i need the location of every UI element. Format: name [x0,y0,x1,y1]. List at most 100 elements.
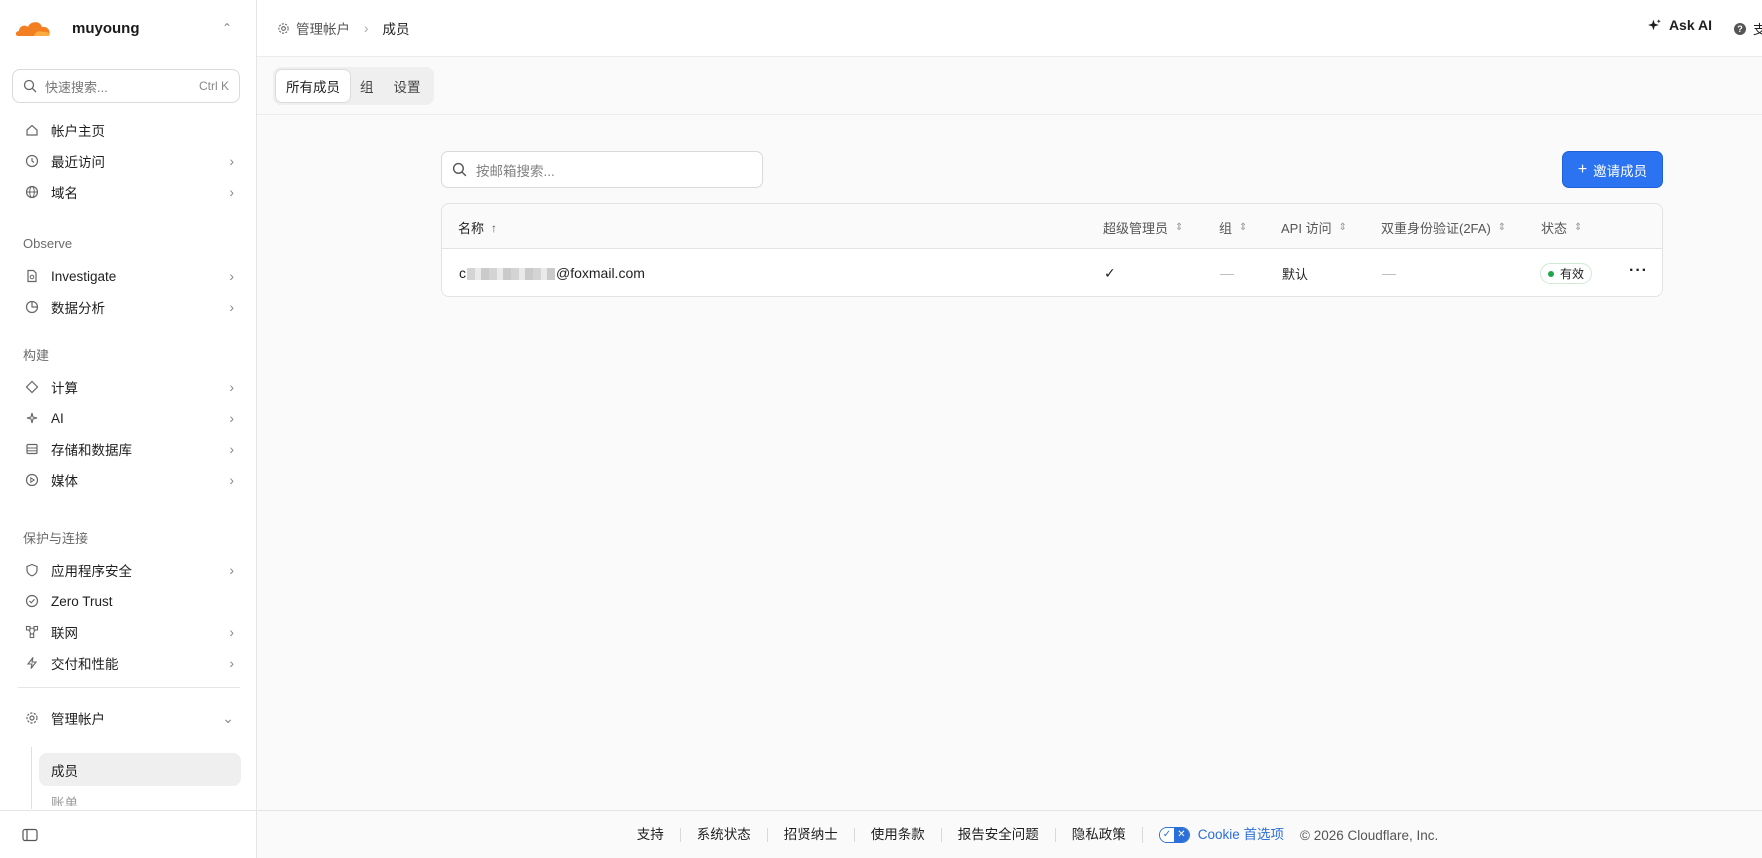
cookie-label: Cookie 首选项 [1197,827,1284,842]
chevron-right-icon: › [229,441,234,457]
plus-icon: + [1577,160,1588,178]
footer-link-support[interactable]: 支持 [621,828,680,842]
sort-icon: ⇕ [1239,222,1248,233]
email-search-placeholder: 按邮箱搜索... [476,163,555,179]
sidebar-item-label: 联网 [51,626,78,641]
footer-link-terms[interactable]: 使用条款 [853,828,941,842]
play-circle-icon [24,472,40,488]
document-search-icon [24,268,40,284]
column-header-label: API 访问 [1281,221,1332,236]
sidebar-item-label: Zero Trust [51,593,113,609]
footer-link-system-status[interactable]: 系统状态 [679,828,767,842]
column-header-label: 双重身份验证(2FA) [1381,221,1491,236]
sidebar-item-label: AI [51,410,64,426]
breadcrumb-current: 成员 [382,22,410,37]
sidebar-item-account-home[interactable]: 帐户主页 [18,115,240,145]
two-fa-value: — [1382,265,1396,281]
footer-link-report-security[interactable]: 报告安全问题 [940,828,1055,842]
sidebar-item-recent[interactable]: 最近访问 › [18,146,240,176]
footer-link-privacy[interactable]: 隐私政策 [1054,828,1142,842]
footer: 支持 系统状态 招贤纳士 使用条款 报告安全问题 隐私政策 ✓ ✕ Cookie … [257,810,1762,858]
status-label: 有效 [1560,267,1585,281]
footer-links: 支持 系统状态 招贤纳士 使用条款 报告安全问题 隐私政策 ✓ ✕ Cookie … [257,827,1762,843]
sidebar-item-label: 媒体 [51,474,78,489]
section-label-build: 构建 [23,348,50,363]
chevron-right-icon: › [229,624,234,640]
sidebar-item-analytics[interactable]: 数据分析 › [18,292,240,322]
support-button[interactable]: ? 支 [1733,19,1762,38]
sidebar-item-ai[interactable]: AI › [18,403,240,433]
chevron-right-icon: › [229,562,234,578]
column-header-super-admin[interactable]: 超级管理员 ⇕ [1103,218,1183,237]
column-header-label: 组 [1219,221,1233,236]
support-label: 支 [1752,22,1762,37]
sidebar-item-manage-account[interactable]: 管理帐户 ⌄ [18,703,240,733]
table-row[interactable]: c @foxmail.com ✓ — 默认 — 有效 ··· [441,248,1663,297]
redacted-email-part [467,268,555,281]
sidebar-subitem-billing[interactable]: 账单 [39,784,241,806]
sidebar-item-compute[interactable]: 计算 › [18,372,240,402]
status-dot-icon [1548,270,1554,277]
email-prefix: c [459,265,466,281]
sidebar-item-label: 域名 [51,186,78,201]
tab-groups[interactable]: 组 [350,70,384,102]
breadcrumb-parent[interactable]: 管理帐户 [296,18,350,38]
sidebar-toggle-icon[interactable] [22,828,38,842]
member-email: c @foxmail.com [459,265,645,281]
ask-ai-button[interactable]: Ask AI [1647,17,1712,33]
sidebar-item-app-security[interactable]: 应用程序安全 › [18,555,240,585]
sidebar-item-label: 存储和数据库 [51,443,132,458]
email-suffix: @foxmail.com [556,265,645,281]
chevron-right-icon: › [229,184,234,200]
sidebar-item-storage[interactable]: 存储和数据库 › [18,434,240,464]
sidebar-item-label: 最近访问 [51,155,105,170]
column-header-label: 超级管理员 [1103,221,1169,236]
section-label-observe: Observe [23,236,73,251]
chevron-right-icon: › [229,153,234,169]
sort-ascending-icon: ↑ [491,220,498,235]
sidebar-item-networking[interactable]: 联网 › [18,617,240,647]
more-actions-icon[interactable]: ··· [1629,262,1648,280]
chevron-up-down-icon: ⌃ [221,21,232,35]
email-search-input[interactable]: 按邮箱搜索... [441,151,763,188]
tab-bar: 所有成员 组 设置 [257,57,1762,115]
column-header-name[interactable]: 名称 ↑ [458,218,497,237]
lightning-icon [24,655,40,671]
sort-icon: ⇕ [1574,222,1583,233]
chevron-right-icon: › [229,655,234,671]
breadcrumb-separator-icon: › [364,20,369,36]
sidebar-item-media[interactable]: 媒体 › [18,465,240,495]
super-admin-check-icon: ✓ [1104,265,1116,281]
column-header-label: 状态 [1541,221,1568,236]
network-icon [24,624,40,640]
sparkle-icon [24,410,40,426]
column-header-api-access[interactable]: API 访问 ⇕ [1281,218,1347,237]
sidebar-subitem-members[interactable]: 成员 [39,753,241,786]
tab-all-members[interactable]: 所有成员 [276,70,350,102]
column-header-status[interactable]: 状态 ⇕ [1541,218,1582,237]
account-switcher[interactable]: muyoung ⌃ [0,0,256,56]
cookie-toggle-icon: ✓ ✕ [1158,827,1190,843]
search-icon [452,162,467,177]
groups-value: — [1220,265,1234,281]
footer-link-cookie-preferences[interactable]: ✓ ✕ Cookie 首选项 [1141,827,1300,843]
sidebar-item-investigate[interactable]: Investigate › [18,261,240,291]
code-diamond-icon [24,379,40,395]
sidebar-item-label: 数据分析 [51,301,105,316]
sidebar-item-delivery[interactable]: 交付和性能 › [18,648,240,678]
sidebar-item-label: 交付和性能 [51,657,119,672]
ask-ai-label: Ask AI [1668,17,1712,33]
database-icon [24,441,40,457]
footer-link-careers[interactable]: 招贤纳士 [766,828,854,842]
tab-settings[interactable]: 设置 [384,70,431,102]
sidebar-item-zero-trust[interactable]: Zero Trust [18,586,240,616]
column-header-label: 名称 [458,221,485,236]
column-header-2fa[interactable]: 双重身份验证(2FA) ⇕ [1381,218,1506,237]
sidebar: muyoung ⌃ 快速搜索... Ctrl K 帐户主页 最近访问 › 域名 … [0,0,257,858]
sidebar-item-domains[interactable]: 域名 › [18,177,240,207]
quick-search-input[interactable]: 快速搜索... Ctrl K [12,69,240,103]
sidebar-item-label: 计算 [51,381,78,396]
column-header-groups[interactable]: 组 ⇕ [1219,218,1247,237]
gear-icon [278,22,289,34]
invite-member-button[interactable]: + 邀请成员 [1562,151,1663,188]
